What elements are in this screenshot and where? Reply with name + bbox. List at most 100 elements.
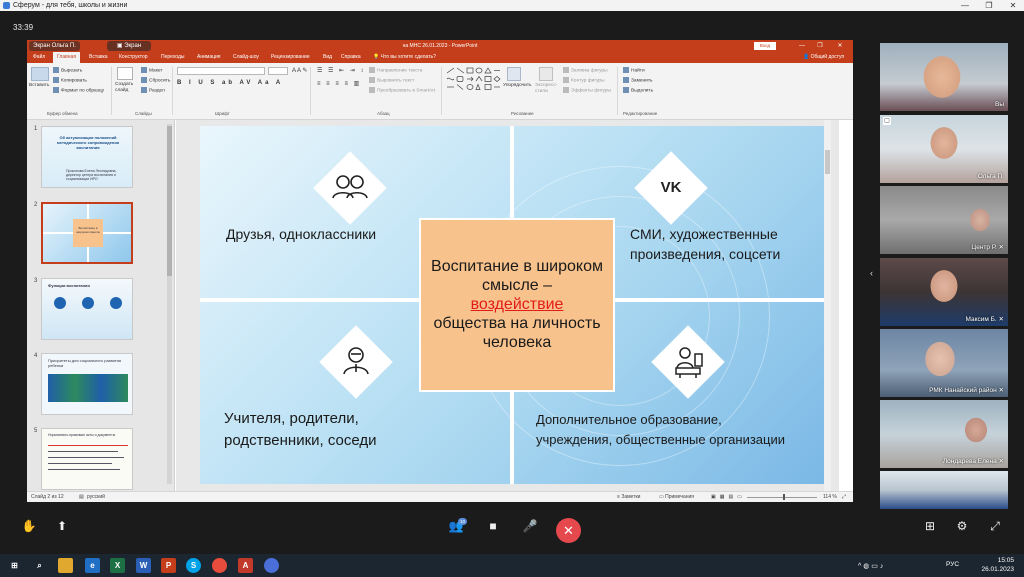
scrollbar-thumb[interactable] xyxy=(167,126,172,276)
participant-tile-2[interactable]: ▢ Ольга П. xyxy=(880,115,1008,183)
clock[interactable]: 15:05 26.01.2023 xyxy=(981,556,1014,574)
slide-scrollbar[interactable] xyxy=(824,120,831,491)
current-slide[interactable]: VK Друзья, одноклассники СМИ, художестве… xyxy=(200,126,824,484)
paste-icon[interactable] xyxy=(31,67,49,81)
font-format-buttons[interactable]: B I U S ab AV Aa A xyxy=(177,80,283,86)
font-size-buttons[interactable]: A A ✎ xyxy=(292,67,307,74)
sferum-app-icon[interactable] xyxy=(264,558,279,573)
participant-tile-1[interactable]: Вы xyxy=(880,43,1008,111)
shape-fill-button[interactable]: Заливка фигуры xyxy=(563,67,608,73)
grid-view-button[interactable]: ⊞ xyxy=(921,519,939,533)
slide-thumbnail-4[interactable]: Приоритеты для социального развития ребе… xyxy=(41,353,133,415)
chrome-icon[interactable] xyxy=(212,558,227,573)
section-button[interactable]: Раздел xyxy=(141,87,165,93)
arrange-button[interactable]: Упорядочить xyxy=(503,83,532,88)
menu-insert[interactable]: Вставка xyxy=(89,52,108,63)
share-screen-button[interactable]: ⬆ xyxy=(53,519,71,533)
file-explorer-icon[interactable] xyxy=(58,558,73,573)
edge-icon[interactable]: e xyxy=(85,558,100,573)
list-buttons[interactable]: ☰ ☰ ⇤ ⇥ ↕ xyxy=(317,67,365,74)
zoom-slider[interactable] xyxy=(747,497,817,498)
menu-file[interactable]: Файл xyxy=(33,52,45,63)
menu-view[interactable]: Вид xyxy=(323,52,332,63)
pp-minimize-icon[interactable]: — xyxy=(795,40,809,52)
windows-start-icon[interactable]: ⊞ xyxy=(7,558,22,573)
shape-effects-button[interactable]: Эффекты фигуры xyxy=(563,87,611,93)
microphone-button[interactable]: 🎤 xyxy=(521,519,539,533)
pdf-icon[interactable]: A xyxy=(238,558,253,573)
fit-slide-icon[interactable]: ⤢ xyxy=(842,492,846,502)
menu-slideshow[interactable]: Слайд-шоу xyxy=(233,52,259,63)
search-icon[interactable]: ⌕ xyxy=(32,558,47,573)
language-status[interactable]: русский xyxy=(87,492,105,502)
word-icon[interactable]: W xyxy=(136,558,151,573)
slide-thumbnail-3[interactable]: Функции воспитания xyxy=(41,278,133,340)
share-button[interactable]: 👤 Общий доступ xyxy=(803,52,844,63)
excel-icon[interactable]: X xyxy=(110,558,125,573)
menu-home[interactable]: Главная xyxy=(53,52,81,63)
font-size-field[interactable] xyxy=(268,67,288,75)
pp-restore-icon[interactable]: ❐ xyxy=(813,40,827,52)
align-buttons[interactable]: ≡ ≡ ≡ ≡ ▥ xyxy=(317,80,361,87)
font-name-field[interactable] xyxy=(177,67,265,75)
paste-button[interactable]: Вставить xyxy=(29,83,49,88)
spellcheck-icon[interactable]: ▤ xyxy=(79,492,84,502)
new-slide-icon[interactable] xyxy=(117,67,133,80)
format-painter-button[interactable]: Формат по образцу xyxy=(53,87,104,93)
camera-button[interactable]: ■ xyxy=(484,519,502,533)
shape-outline-button[interactable]: Контур фигуры xyxy=(563,77,605,83)
smartart-button[interactable]: Преобразовать в SmartArt xyxy=(369,87,435,93)
participant-tile-4[interactable]: Максим Б. ✕ xyxy=(880,258,1008,326)
notes-button[interactable]: ≡ Заметки xyxy=(617,492,640,502)
new-slide-button[interactable]: Создать слайд xyxy=(115,82,139,94)
comments-button[interactable]: ▭ Примечания xyxy=(659,492,694,502)
menu-help[interactable]: Справка xyxy=(341,52,361,63)
settings-gear-icon[interactable]: ⚙ xyxy=(953,519,971,533)
screen-share-button[interactable]: ▣ Экран xyxy=(107,41,151,51)
thumbnail-scrollbar[interactable] xyxy=(167,124,172,484)
minimize-icon[interactable]: — xyxy=(958,0,972,11)
shapes-gallery[interactable] xyxy=(445,67,501,93)
align-text-button[interactable]: Выровнять текст xyxy=(369,77,414,83)
slide-thumbnail-2[interactable]: Воспитание в широком смысле xyxy=(41,202,133,264)
scrollbar-thumb[interactable] xyxy=(825,150,830,174)
layout-button[interactable]: Макет xyxy=(141,67,163,73)
login-button[interactable]: Вход xyxy=(754,42,776,50)
cut-button[interactable]: Вырезать xyxy=(53,67,82,73)
chevron-left-icon[interactable]: ‹ xyxy=(870,268,873,278)
close-icon[interactable]: ✕ xyxy=(1006,0,1020,11)
skype-icon[interactable]: S xyxy=(186,558,201,573)
slide-thumbnail-1[interactable]: Об актуализации положений методического … xyxy=(41,126,133,188)
menu-transitions[interactable]: Переходы xyxy=(161,52,184,63)
quick-styles-icon[interactable] xyxy=(539,67,553,81)
pin-icon[interactable]: ▢ xyxy=(883,117,891,125)
arrange-icon[interactable] xyxy=(507,67,521,81)
tray-icons[interactable]: ^ ◍ ▭ ♪ xyxy=(858,562,883,570)
text-direction-button[interactable]: Направление текста xyxy=(369,67,422,73)
find-button[interactable]: Найти xyxy=(623,67,645,73)
participant-tile-6[interactable]: Лондарева Елена ✕ xyxy=(880,400,1008,468)
copy-button[interactable]: Копировать xyxy=(53,77,87,83)
raise-hand-button[interactable]: ✋ xyxy=(20,519,38,533)
end-call-button[interactable]: ✕ xyxy=(556,518,581,543)
reset-button[interactable]: Сбросить xyxy=(141,77,170,83)
slide-thumbnail-5[interactable]: Нормативно-правовые акты и документы xyxy=(41,428,133,490)
participant-tile-5[interactable]: РМК Нанайский район ✕ xyxy=(880,329,1008,397)
pp-close-icon[interactable]: ✕ xyxy=(833,40,847,52)
zoom-slider-handle[interactable] xyxy=(783,494,785,500)
tell-me-box[interactable]: 💡 Что вы хотите сделать? xyxy=(373,52,436,63)
participant-tile-7[interactable] xyxy=(880,471,1008,509)
view-buttons[interactable]: ▣▦▤▭ xyxy=(711,492,746,502)
zoom-level[interactable]: 114 % xyxy=(823,492,837,502)
menu-animation[interactable]: Анимация xyxy=(197,52,220,63)
quick-styles-button[interactable]: Экспресс-стили xyxy=(535,83,561,95)
powerpoint-icon[interactable]: P xyxy=(161,558,176,573)
restore-icon[interactable]: ❐ xyxy=(982,0,996,11)
select-button[interactable]: Выделить xyxy=(623,87,653,93)
menu-design[interactable]: Конструктор xyxy=(119,52,148,63)
replace-button[interactable]: Заменить xyxy=(623,77,653,83)
participant-tile-3[interactable]: Центр Р. ✕ xyxy=(880,186,1008,254)
fullscreen-button[interactable]: ⤢ xyxy=(986,519,1004,534)
menu-review[interactable]: Рецензирование xyxy=(271,52,310,63)
input-language[interactable]: РУС xyxy=(946,561,959,568)
